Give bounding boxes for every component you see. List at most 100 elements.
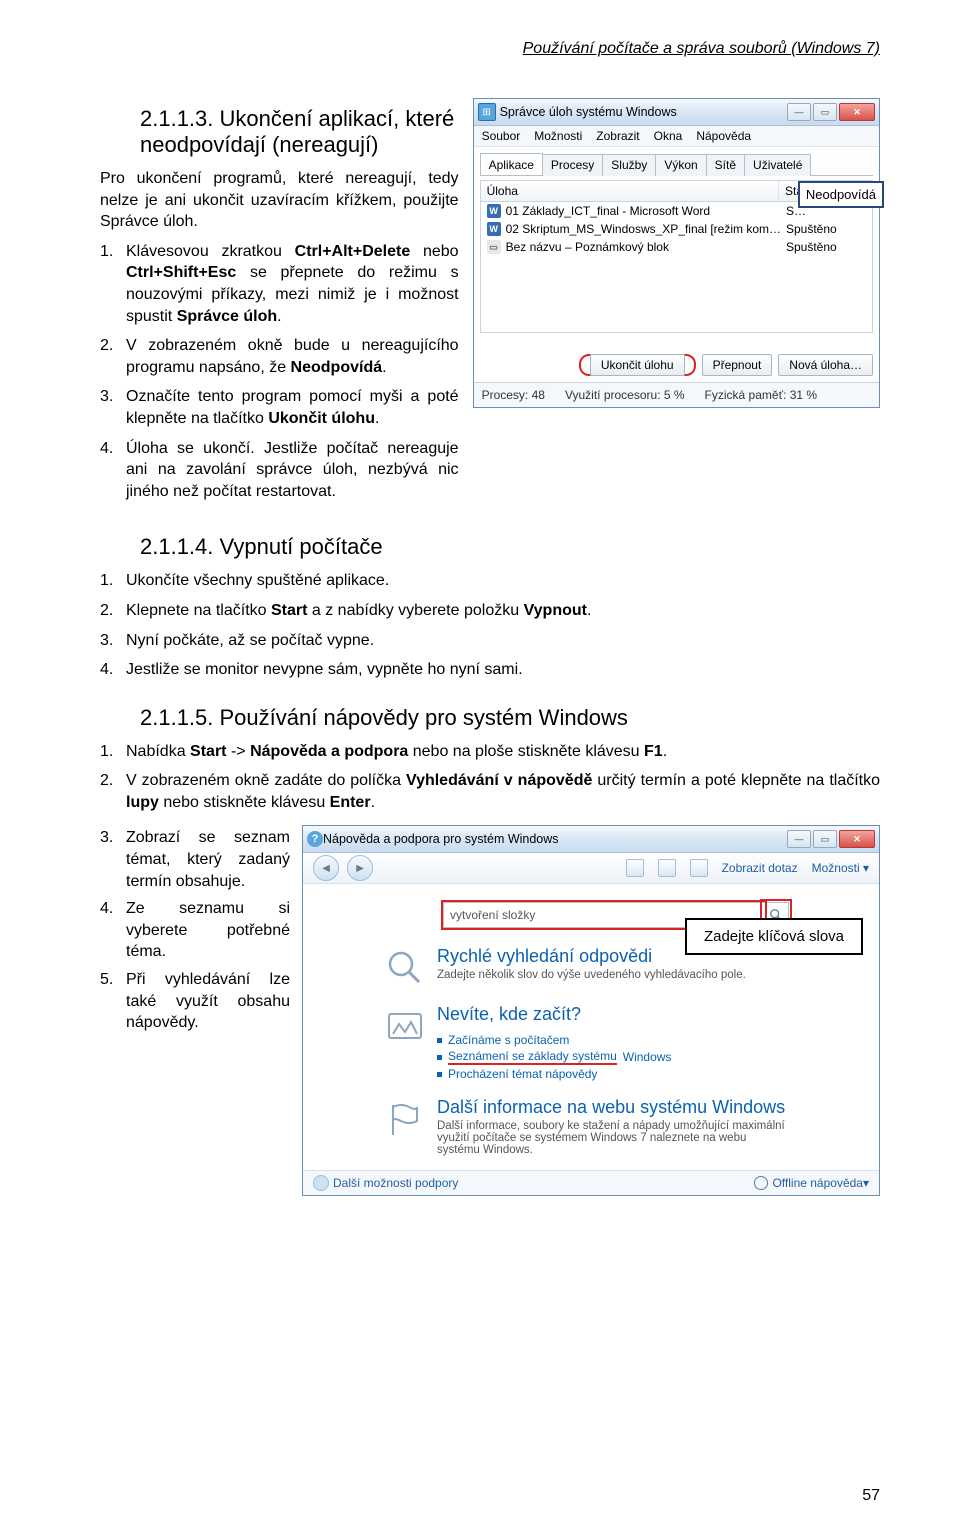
close-button[interactable]: ✕ [839,830,875,848]
titlebar[interactable]: ? Nápověda a podpora pro systém Windows … [303,826,879,853]
task-name: 01 Základy_ICT_final - Microsoft Word [506,204,781,218]
step: Klepnete na tlačítko Start a z nabídky v… [126,600,880,622]
window-title: Správce úloh systému Windows [500,105,787,119]
step: Ze seznamu si vyberete potřebné téma. [126,898,290,963]
step-2: V zobrazeném okně bude u nereagujícího p… [126,335,459,378]
options-link[interactable]: Možnosti ▾ [812,861,869,875]
minimize-button[interactable]: — [787,830,811,848]
home-icon[interactable] [626,859,644,877]
list-number: 4. [100,438,126,503]
step-1: Klávesovou zkratkou Ctrl+Alt+Delete nebo… [126,241,459,327]
task-status: Spuštěno [786,222,866,236]
page-header: Používání počítače a správa souborů (Win… [100,40,880,58]
list-number: 4. [100,898,126,963]
task-status: Spuštěno [786,240,866,254]
step: Ukončíte všechny spuštěné aplikace. [126,570,880,592]
step: Zobrazí se seznam témat, který zadaný te… [126,827,290,892]
heading-2113: 2.1.1.3. Ukončení aplikací, které neodpo… [140,106,459,158]
maximize-button[interactable]: ▭ [813,830,837,848]
highlight-ring: Ukončit úlohu [579,354,696,376]
step: Při vyhledávání lze také využít obsahu n… [126,969,290,1034]
step: V zobrazeném okně zadáte do políčka Vyhl… [126,770,880,813]
step: Nyní počkáte, až se počítač vypne. [126,630,880,652]
intro-text: Pro ukončení programů, které nereagují, … [100,168,459,233]
help-app-icon: ? [307,831,323,847]
status-bar: Procesy: 48 Využití procesoru: 5 % Fyzic… [474,382,879,407]
step: Jestliže se monitor nevypne sám, vypněte… [126,659,880,681]
flag-icon [383,1097,427,1141]
help-status-bar: Další možnosti podpory Offline nápověda … [303,1170,879,1195]
titlebar[interactable]: ⊞ Správce úloh systému Windows — ▭ ✕ [474,99,879,126]
help-link[interactable]: Procházení témat nápovědy [437,1067,671,1081]
support-icon [313,1175,329,1191]
word-icon: W [487,222,501,236]
offline-help-link[interactable]: Offline nápověda [772,1176,863,1190]
callout-keywords: Zadejte klíčová slova [685,918,863,955]
table-row[interactable]: W 02 Skriptum_MS_Windosws_XP_final [reži… [481,220,872,238]
maximize-button[interactable]: ▭ [813,103,837,121]
switch-to-button[interactable]: Přepnout [702,354,773,376]
step-3: Označíte tento program pomocí myši a pot… [126,386,459,429]
status-cpu: Využití procesoru: 5 % [565,388,685,402]
help-section-desc: Další informace, soubory ke stažení a ná… [437,1120,789,1156]
tab-services[interactable]: Služby [602,154,656,176]
back-button[interactable]: ◄ [313,855,339,881]
print-icon[interactable] [658,859,676,877]
close-button[interactable]: ✕ [839,103,875,121]
step-4: Úloha se ukončí. Jestliže počítač nereag… [126,438,459,503]
menu-item[interactable]: Okna [654,129,683,143]
list-number: 1. [100,570,126,592]
new-task-button[interactable]: Nová úloha… [778,354,873,376]
help-link[interactable]: Začínáme s počítačem [437,1033,671,1047]
magnifier-icon [383,946,427,990]
col-task[interactable]: Úloha [481,181,779,201]
list-number: 5. [100,969,126,1034]
globe-icon [754,1176,768,1190]
list-number: 2. [100,770,126,813]
list-number: 4. [100,659,126,681]
minimize-button[interactable]: — [787,103,811,121]
tab-performance[interactable]: Výkon [655,154,706,176]
help-section-desc: Zadejte několik slov do výše uvedeného v… [437,969,746,981]
app-icon: ⊞ [478,103,496,121]
notepad-icon: ▭ [487,240,501,254]
browse-icon[interactable] [690,859,708,877]
menu-item[interactable]: Možnosti [534,129,582,143]
status-mem: Fyzická paměť: 31 % [705,388,818,402]
picture-icon [383,1004,427,1048]
end-task-button[interactable]: Ukončit úlohu [590,354,685,376]
menu-bar: Soubor Možnosti Zobrazit Okna Nápověda [474,126,879,147]
tab-networking[interactable]: Sítě [706,154,745,176]
tab-applications[interactable]: Aplikace [480,153,543,175]
menu-item[interactable]: Nápověda [696,129,751,143]
tab-users[interactable]: Uživatelé [744,154,811,176]
table-row[interactable]: ▭ Bez názvu – Poznámkový blok Spuštěno [481,238,872,256]
list-number: 3. [100,386,126,429]
status-processes: Procesy: 48 [482,388,545,402]
task-name: 02 Skriptum_MS_Windosws_XP_final [režim … [506,222,781,236]
help-window: ? Nápověda a podpora pro systém Windows … [302,825,880,1196]
help-section-title: Nevíte, kde začít? [437,1004,671,1025]
word-icon: W [487,204,501,218]
help-link[interactable]: Seznámení se základy systému Windows [437,1049,671,1065]
menu-item[interactable]: Soubor [482,129,521,143]
heading-2114: 2.1.1.4. Vypnutí počítače [140,534,880,560]
tab-processes[interactable]: Procesy [542,154,603,176]
page-number: 57 [862,1487,880,1505]
menu-item[interactable]: Zobrazit [596,129,639,143]
list-number: 2. [100,600,126,622]
heading-2115: 2.1.1.5. Používání nápovědy pro systém W… [140,705,880,731]
window-title: Nápověda a podpora pro systém Windows [323,832,787,846]
list-number: 2. [100,335,126,378]
callout-neodpovida: Neodpovídá [798,181,884,208]
more-support-link[interactable]: Další možnosti podpory [333,1176,458,1190]
step: Nabídka Start -> Nápověda a podpora nebo… [126,741,880,763]
list-number: 1. [100,741,126,763]
list-number: 3. [100,827,126,892]
help-toolbar: ◄ ► Zobrazit dotaz Možnosti ▾ [303,853,879,884]
task-manager-window: ⊞ Správce úloh systému Windows — ▭ ✕ Sou… [473,98,880,408]
list-number: 3. [100,630,126,652]
forward-button[interactable]: ► [347,855,373,881]
show-query-link[interactable]: Zobrazit dotaz [722,861,798,875]
task-name: Bez názvu – Poznámkový blok [506,240,781,254]
